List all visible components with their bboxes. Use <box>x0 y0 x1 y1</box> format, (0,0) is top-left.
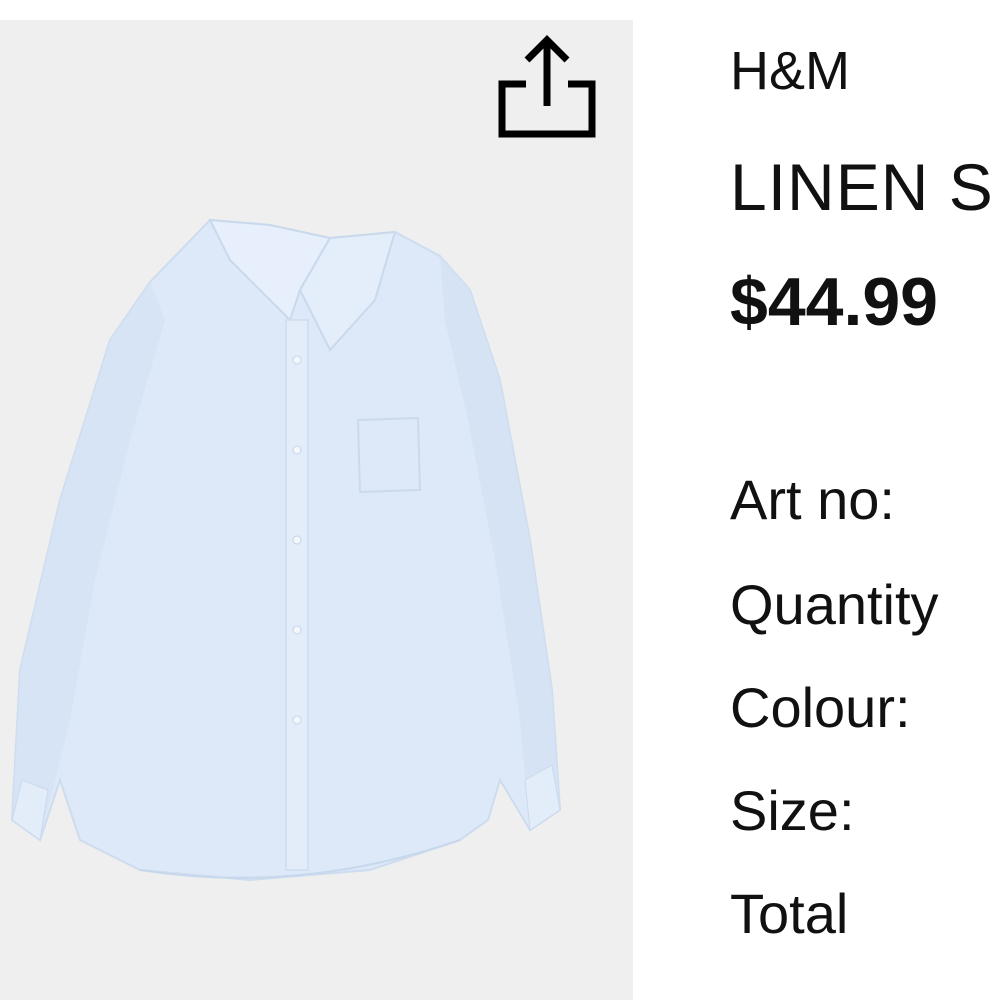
art-no-label: Art no: <box>730 468 895 531</box>
size-label: Size: <box>730 779 855 842</box>
share-icon <box>498 35 596 138</box>
brand-name: H&M <box>730 41 850 101</box>
quantity-label: Quantity <box>730 573 939 636</box>
product-title: LINEN S <box>730 150 994 224</box>
product-details: H&M LINEN S $44.99 Art no: Quantity Colo… <box>730 0 1000 1000</box>
product-image-panel <box>0 20 633 1000</box>
share-button[interactable] <box>494 30 600 140</box>
product-price: $44.99 <box>730 264 938 340</box>
colour-label: Colour: <box>730 676 911 739</box>
product-image <box>0 20 633 1000</box>
product-detail-screen: H&M LINEN S $44.99 Art no: Quantity Colo… <box>0 0 1000 1000</box>
total-label: Total <box>730 882 849 945</box>
